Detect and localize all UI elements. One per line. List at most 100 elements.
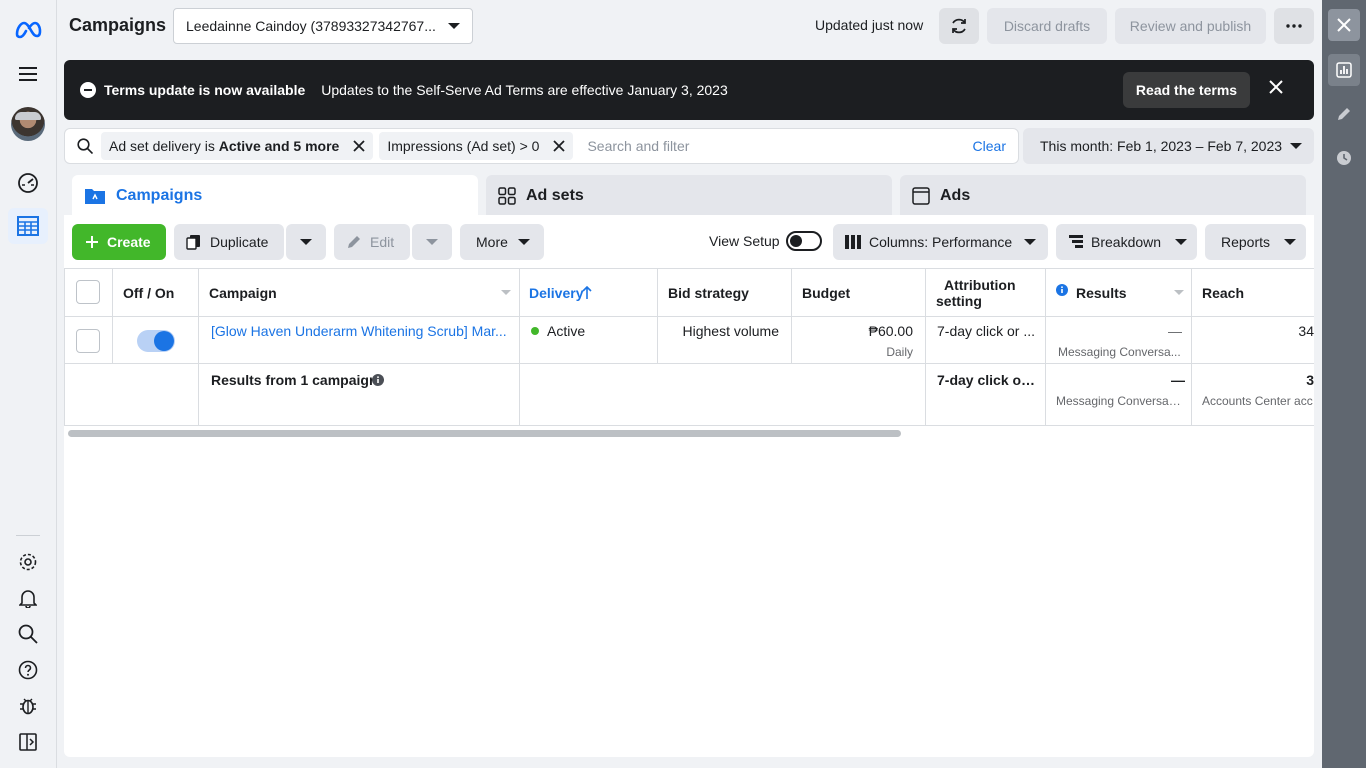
close-panel-button[interactable]	[1328, 9, 1360, 41]
reports-button[interactable]: Reports	[1205, 224, 1306, 260]
delivery-status: Active	[531, 323, 585, 339]
create-label: Create	[107, 234, 151, 250]
meta-logo-icon[interactable]	[8, 12, 48, 48]
duplicate-button[interactable]: Duplicate	[174, 224, 284, 260]
column-header-attribution[interactable]: Attribution	[944, 277, 1016, 293]
view-setup-label: View Setup	[709, 233, 780, 249]
plus-icon	[86, 236, 98, 248]
summary-label: Results from 1 campaign	[211, 372, 378, 388]
budget-value: ₱60.00	[868, 323, 913, 339]
column-header-delivery[interactable]: Delivery	[529, 285, 583, 301]
breakdown-label: Breakdown	[1091, 234, 1162, 250]
close-icon[interactable]	[353, 140, 365, 152]
filter-chip-delivery[interactable]: Ad set delivery is Active and 5 more	[101, 132, 374, 160]
campaign-on-off-toggle[interactable]	[137, 330, 175, 352]
ad-icon	[912, 187, 930, 205]
help-icon[interactable]	[8, 652, 48, 688]
chevron-down-icon	[300, 239, 312, 245]
grid-icon	[498, 187, 516, 205]
account-selector[interactable]: Leedainne Caindoy (37893327342767...	[173, 8, 473, 44]
table-border	[1045, 268, 1046, 426]
terms-banner: Terms update is now available Updates to…	[64, 60, 1314, 120]
edit-button[interactable]: Edit	[334, 224, 410, 260]
summary-results-type: Messaging Conversati...	[1056, 394, 1184, 408]
tab-ads[interactable]: Ads	[900, 175, 1306, 217]
chevron-down-icon	[518, 239, 530, 245]
chip-label: Ad set delivery is	[109, 138, 215, 154]
ads-manager-table-icon[interactable]	[8, 208, 48, 244]
table-border	[64, 425, 1314, 426]
history-panel-button[interactable]	[1328, 142, 1360, 174]
horizontal-scrollbar[interactable]	[68, 430, 901, 437]
tab-campaigns[interactable]: Campaigns	[72, 175, 478, 217]
breakdown-button[interactable]: Breakdown	[1056, 224, 1197, 260]
more-button[interactable]: More	[460, 224, 544, 260]
attribution-value: 7-day click or ...	[937, 323, 1036, 339]
campaign-name-link[interactable]: [Glow Haven Underarm Whitening Scrub] Ma…	[211, 323, 511, 339]
results-type: Messaging Conversa...	[1058, 345, 1181, 359]
duplicate-icon	[186, 235, 200, 250]
column-header-budget[interactable]: Budget	[802, 285, 850, 301]
edit-panel-button[interactable]	[1328, 98, 1360, 130]
sort-arrow-up-icon[interactable]	[582, 286, 592, 299]
discard-drafts-button[interactable]: Discard drafts	[987, 8, 1107, 44]
bug-icon[interactable]	[8, 688, 48, 724]
gear-icon[interactable]	[8, 544, 48, 580]
filter-chip-impressions[interactable]: Impressions (Ad set) > 0	[379, 132, 574, 160]
clock-icon	[1337, 151, 1351, 165]
campaigns-table: Off / On Campaign Delivery Bid strategy …	[64, 268, 1314, 437]
tab-adsets[interactable]: Ad sets	[486, 175, 892, 217]
sort-caret-icon[interactable]	[501, 290, 511, 295]
select-all-checkbox[interactable]	[76, 280, 100, 304]
search-filter-bar[interactable]: Ad set delivery is Active and 5 more Imp…	[64, 128, 1019, 164]
table-border	[925, 268, 926, 426]
bell-icon[interactable]	[8, 580, 48, 616]
view-setup-toggle[interactable]	[786, 231, 822, 251]
clear-filters-link[interactable]: Clear	[973, 138, 1006, 154]
column-header-results[interactable]: Results	[1076, 285, 1127, 301]
menu-icon[interactable]	[8, 56, 48, 92]
read-terms-button[interactable]: Read the terms	[1123, 72, 1250, 108]
table-border	[657, 268, 658, 364]
table-border	[112, 268, 113, 364]
campaigns-panel: Create Duplicate Edit More View Setup Co…	[64, 215, 1314, 757]
column-header-offon[interactable]: Off / On	[123, 285, 174, 301]
search-input[interactable]: Search and filter	[587, 138, 689, 154]
chart-panel-button[interactable]	[1328, 54, 1360, 86]
page-title: Campaigns	[69, 15, 167, 35]
column-header-reach[interactable]: Reach	[1202, 285, 1244, 301]
info-icon[interactable]	[372, 374, 384, 386]
close-banner-icon[interactable]	[1269, 80, 1283, 97]
review-publish-button[interactable]: Review and publish	[1115, 8, 1266, 44]
sidebar-toggle-icon[interactable]	[8, 724, 48, 760]
bid-strategy-value: Highest volume	[682, 323, 780, 339]
search-icon[interactable]	[8, 616, 48, 652]
columns-button[interactable]: Columns: Performance	[833, 224, 1048, 260]
date-range-picker[interactable]: This month: Feb 1, 2023 – Feb 7, 2023	[1023, 128, 1314, 164]
columns-icon	[845, 235, 861, 249]
results-value: —	[1168, 323, 1182, 339]
info-icon[interactable]	[1056, 284, 1068, 296]
chip-label: Impressions (Ad set) > 0	[387, 138, 540, 154]
avatar[interactable]	[11, 107, 45, 141]
row-checkbox[interactable]	[76, 329, 100, 353]
column-header-attribution-line2[interactable]: setting	[936, 293, 982, 309]
more-options-button[interactable]	[1274, 8, 1314, 44]
breakdown-icon	[1069, 235, 1083, 248]
chevron-down-icon	[1024, 239, 1037, 245]
table-border	[1191, 268, 1192, 426]
close-icon[interactable]	[553, 140, 566, 152]
sort-caret-icon[interactable]	[1174, 290, 1184, 295]
column-header-bid-strategy[interactable]: Bid strategy	[668, 285, 749, 301]
edit-dropdown-button[interactable]	[412, 224, 452, 260]
reports-label: Reports	[1221, 234, 1271, 250]
duplicate-dropdown-button[interactable]	[286, 224, 326, 260]
column-header-campaign[interactable]: Campaign	[209, 285, 277, 301]
create-button[interactable]: Create	[72, 224, 166, 260]
dashboard-icon[interactable]	[8, 165, 48, 201]
tab-label: Ad sets	[526, 187, 584, 204]
folder-icon	[85, 189, 105, 204]
tab-label: Ads	[940, 187, 971, 204]
chevron-down-icon	[426, 239, 438, 245]
refresh-button[interactable]	[939, 8, 979, 44]
